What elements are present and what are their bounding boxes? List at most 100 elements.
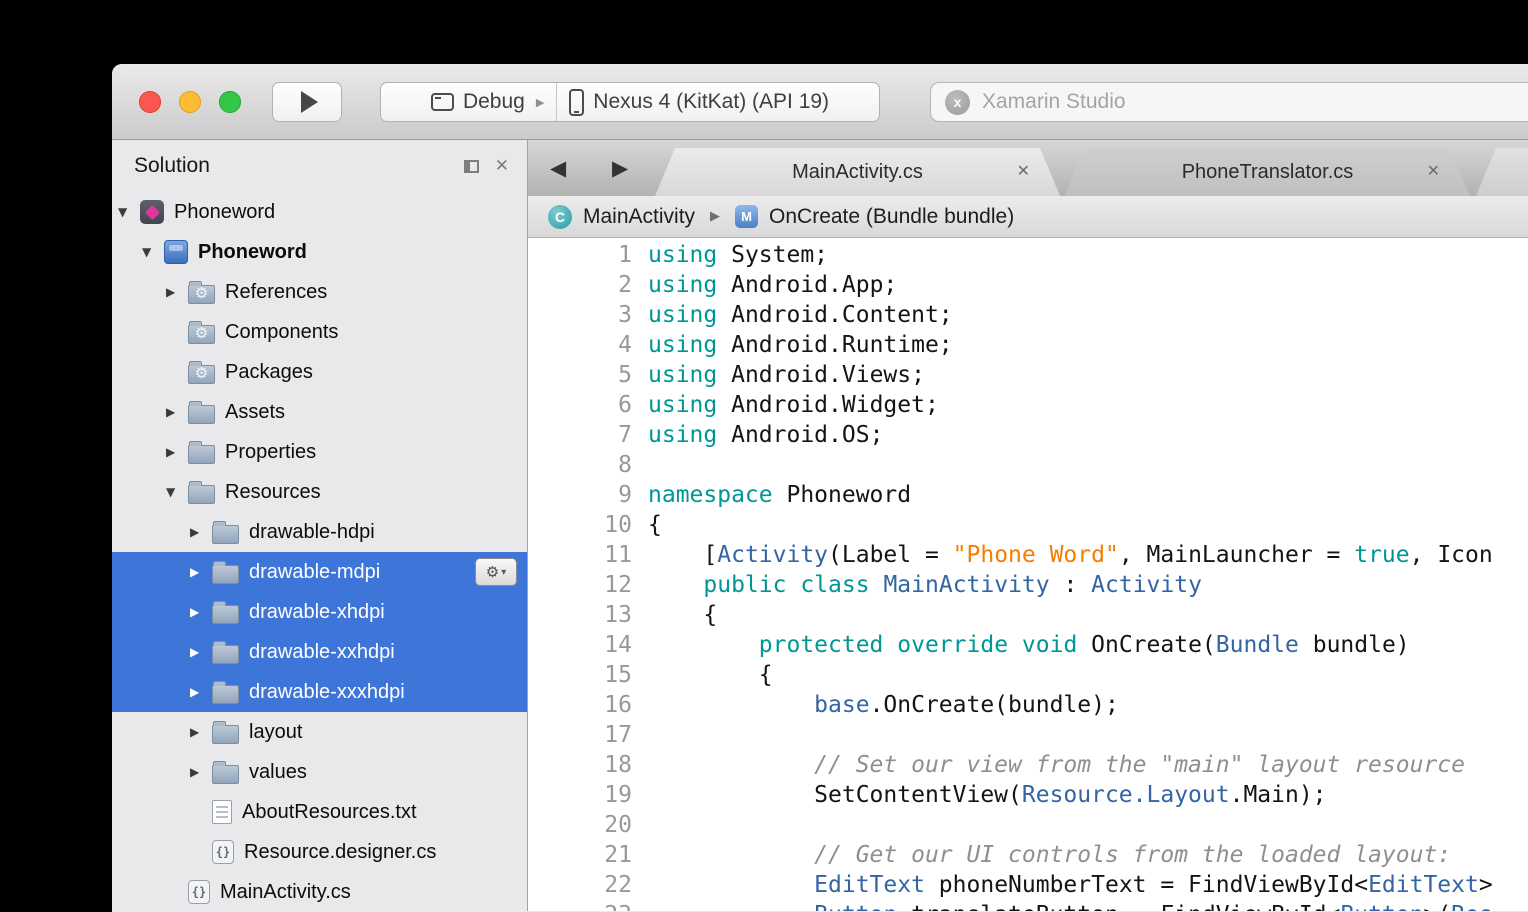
code-text: using System; [648, 240, 828, 270]
line-number: 23 [528, 900, 632, 911]
line-number: 9 [528, 480, 632, 510]
code-text: using Android.Runtime; [648, 330, 953, 360]
line-number: 12 [528, 570, 632, 600]
tree-item-label: drawable-mdpi [249, 561, 380, 584]
line-number: 21 [528, 840, 632, 870]
expander-icon[interactable]: ▶ [190, 565, 212, 579]
tree-item-phoneword[interactable]: ▼Phoneword [112, 232, 527, 272]
class-icon: C [548, 205, 572, 229]
line-number: 16 [528, 690, 632, 720]
traffic-lights [139, 91, 241, 113]
code-line-6: 6using Android.Widget; [528, 390, 1528, 420]
configuration-label: Debug [463, 90, 525, 114]
code-line-3: 3using Android.Content; [528, 300, 1528, 330]
expander-icon[interactable]: ▶ [190, 685, 212, 699]
code-editor[interactable]: 1using System;2using Android.App;3using … [528, 238, 1528, 911]
file-text-icon [212, 800, 232, 824]
tree-item-label: Packages [225, 361, 313, 384]
tree-item-resources[interactable]: ▼Resources [112, 472, 527, 512]
expander-icon[interactable]: ▼ [142, 245, 164, 259]
code-line-21: 21 // Get our UI controls from the loade… [528, 840, 1528, 870]
tree-item-label: MainActivity.cs [220, 881, 351, 904]
line-number: 4 [528, 330, 632, 360]
breadcrumb-class[interactable]: MainActivity [583, 205, 695, 229]
configuration-selector[interactable]: Debug ▶ [419, 83, 556, 121]
expander-icon[interactable]: ▶ [166, 445, 188, 459]
tree-item-components[interactable]: ⚙Components [112, 312, 527, 352]
navigate-forward-button[interactable]: ▶ [612, 156, 628, 181]
tree-item-label: References [225, 281, 327, 304]
line-number: 18 [528, 750, 632, 780]
navigate-back-button[interactable]: ◀ [550, 156, 566, 181]
line-number: 19 [528, 780, 632, 810]
code-line-12: 12 public class MainActivity : Activity [528, 570, 1528, 600]
expander-icon[interactable]: ▶ [190, 765, 212, 779]
tree-item-layout[interactable]: ▶ layout [112, 712, 527, 752]
tree-item-label: layout [249, 721, 302, 744]
tree-item-drawable-xxxhdpi[interactable]: ▶drawable-xxxhdpi [112, 672, 527, 712]
zoom-window-button[interactable] [219, 91, 241, 113]
gear-badge-icon: ⚙ [189, 284, 214, 303]
tree-item-drawable-xxhdpi[interactable]: ▶drawable-xxhdpi [112, 632, 527, 672]
tab-phonetranslator-cs[interactable]: PhoneTranslator.cs✕ [1065, 148, 1470, 196]
tab-mainactivity-cs[interactable]: MainActivity.cs✕ [655, 148, 1060, 196]
tree-item-drawable-hdpi[interactable]: ▶ drawable-hdpi [112, 512, 527, 552]
editor-tabbar: ◀ ▶ MainActivity.cs✕PhoneTranslator.cs✕ [528, 140, 1528, 196]
device-selector[interactable]: Nexus 4 (KitKat) (API 19) [557, 83, 841, 121]
search-field[interactable]: x Xamarin Studio [930, 82, 1528, 122]
tree-item-properties[interactable]: ▶Properties [112, 432, 527, 472]
expander-icon[interactable]: ▶ [166, 405, 188, 419]
close-tab-icon[interactable]: ✕ [1427, 161, 1440, 180]
tree-item-packages[interactable]: ⚙Packages [112, 352, 527, 392]
tree-item-label: Components [225, 321, 338, 344]
expander-icon[interactable]: ▶ [190, 525, 212, 539]
partial-tab-edge [1476, 148, 1528, 196]
line-number: 8 [528, 450, 632, 480]
code-line-4: 4 using Android.Runtime; [528, 330, 1528, 360]
chevron-right-icon: ▶ [706, 209, 724, 224]
editor: ◀ ▶ MainActivity.cs✕PhoneTranslator.cs✕ … [528, 140, 1528, 911]
expander-icon[interactable]: ▶ [190, 725, 212, 739]
line-number: 6 [528, 390, 632, 420]
code-line-22: 22 EditText phoneNumberText = FindViewBy… [528, 870, 1528, 900]
code-text: using Android.Content; [648, 300, 953, 330]
code-text: using Android.App; [648, 270, 897, 300]
dock-pad-icon[interactable] [464, 160, 479, 173]
expander-icon[interactable]: ▼ [118, 205, 140, 219]
tree-item-resource-designer-cs[interactable]: {}Resource.designer.cs [112, 832, 527, 872]
tree-item-references[interactable]: ▶⚙ References [112, 272, 527, 312]
tree-item-mainactivity-cs[interactable]: {}MainActivity.cs [112, 872, 527, 911]
expander-icon[interactable]: ▶ [166, 285, 188, 299]
code-line-17: 17 [528, 720, 1528, 750]
code-line-13: 13 { [528, 600, 1528, 630]
tree-item-label: drawable-hdpi [249, 521, 375, 544]
play-icon [301, 91, 318, 113]
gear-icon: ⚙ [486, 563, 499, 581]
folder-icon [188, 445, 215, 464]
row-gear-button[interactable]: ⚙▾ [475, 558, 517, 586]
target-selector: Debug ▶ Nexus 4 (KitKat) (API 19) [380, 82, 880, 122]
run-button[interactable] [272, 82, 342, 122]
solution-icon [140, 200, 164, 224]
line-number: 13 [528, 600, 632, 630]
expander-icon[interactable]: ▶ [190, 645, 212, 659]
tree-item-assets[interactable]: ▶Assets [112, 392, 527, 432]
tree-item-phoneword[interactable]: ▼Phoneword [112, 192, 527, 232]
tree-item-values[interactable]: ▶values [112, 752, 527, 792]
close-window-button[interactable] [139, 91, 161, 113]
tree-item-drawable-xhdpi[interactable]: ▶drawable-xhdpi [112, 592, 527, 632]
tree-item-drawable-mdpi[interactable]: ▶ drawable-mdpi ⚙▾ [112, 552, 527, 592]
line-number: 17 [528, 720, 632, 750]
toolbar: Debug ▶ Nexus 4 (KitKat) (API 19) x Xama… [112, 64, 1528, 140]
folder-icon [212, 525, 239, 544]
breadcrumb-member[interactable]: OnCreate (Bundle bundle) [769, 205, 1014, 229]
minimize-window-button[interactable] [179, 91, 201, 113]
code-line-8: 8 [528, 450, 1528, 480]
code-line-19: 19 SetContentView(Resource.Layout.Main); [528, 780, 1528, 810]
folder-icon [212, 565, 239, 584]
close-pad-icon[interactable]: ✕ [495, 158, 509, 175]
expander-icon[interactable]: ▼ [166, 485, 188, 499]
close-tab-icon[interactable]: ✕ [1017, 161, 1030, 180]
expander-icon[interactable]: ▶ [190, 605, 212, 619]
tree-item-aboutresources-txt[interactable]: AboutResources.txt [112, 792, 527, 832]
